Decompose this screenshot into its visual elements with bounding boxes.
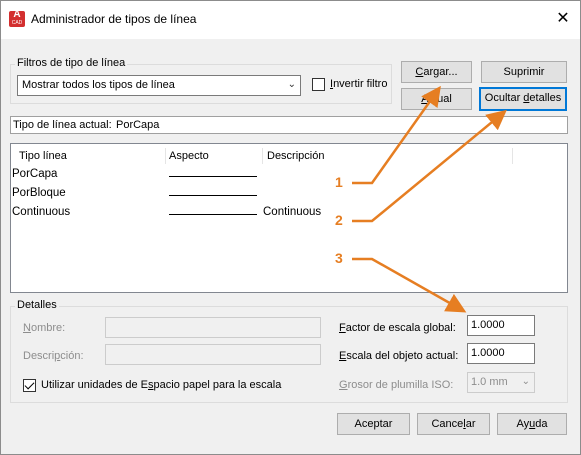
callout-3: 3: [335, 250, 343, 266]
callout-3-arrow: [352, 257, 467, 313]
callout-2-arrow: [352, 109, 507, 223]
callout-1: 1: [335, 174, 343, 190]
callout-1-arrow: [352, 85, 441, 185]
callout-2: 2: [335, 212, 343, 228]
annotation-arrows: [352, 85, 507, 313]
